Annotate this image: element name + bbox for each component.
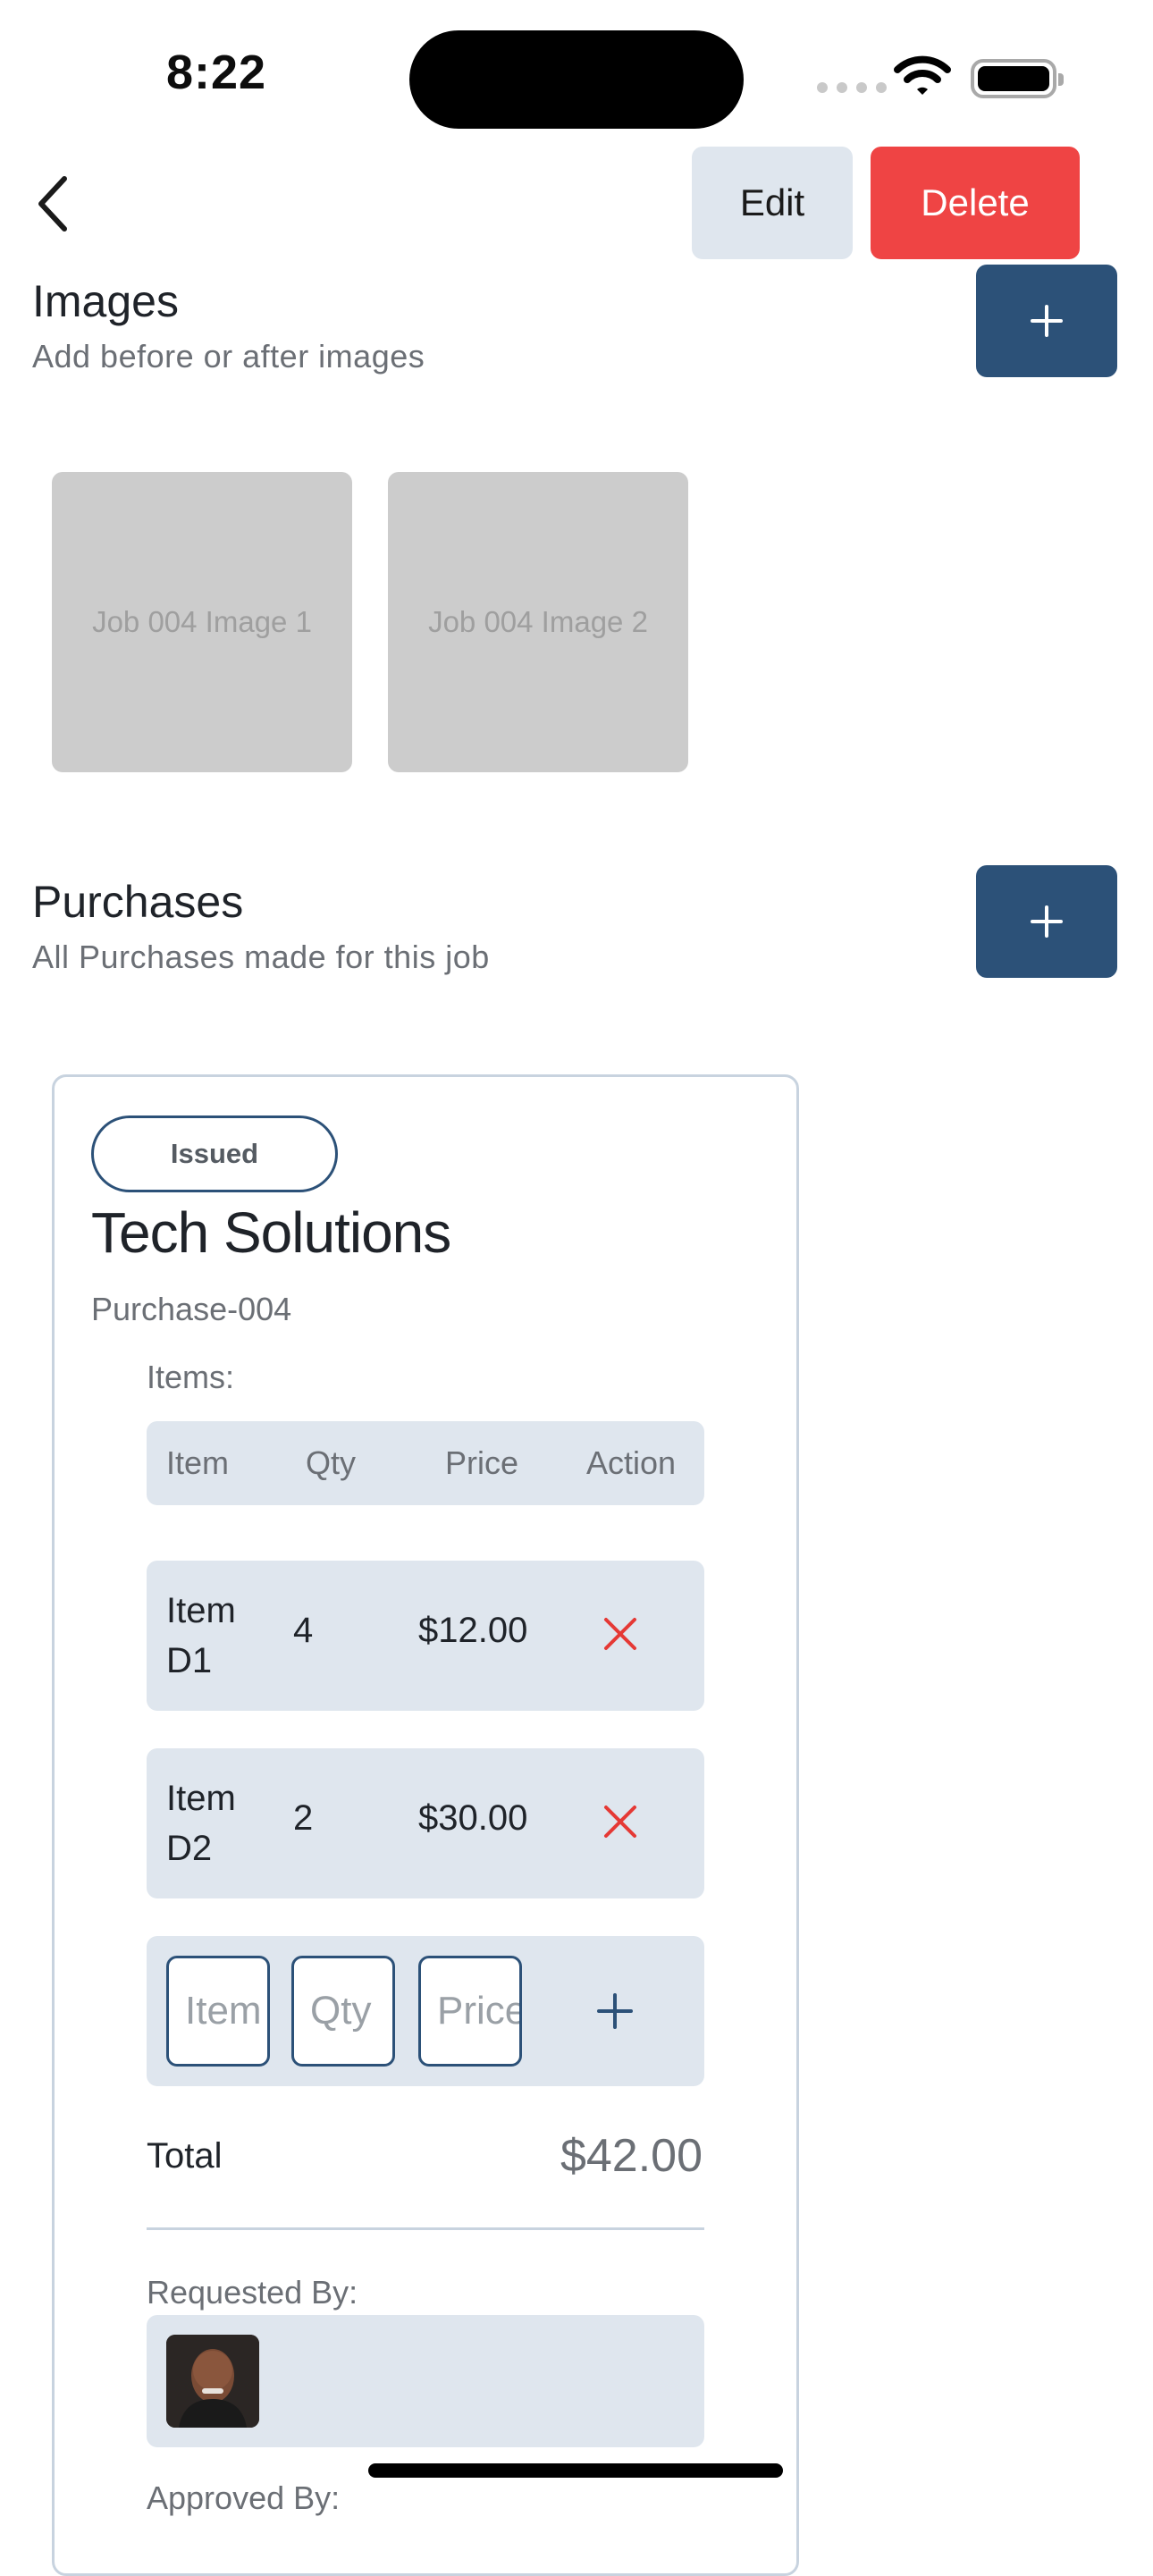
- plus-icon: [1031, 305, 1063, 337]
- item-price: $30.00: [418, 1798, 528, 1838]
- purchases-title: Purchases: [32, 877, 244, 927]
- total-value: $42.00: [560, 2130, 703, 2182]
- divider: [147, 2227, 704, 2230]
- add-item-icon[interactable]: [590, 1986, 640, 2036]
- column-header-qty: Qty: [306, 1444, 357, 1481]
- item-name: Item D2: [166, 1779, 236, 1868]
- new-item-qty-input[interactable]: [291, 1956, 395, 2067]
- new-item-price-input[interactable]: [418, 1956, 522, 2067]
- table-row: Item D1 4 $12.00: [147, 1561, 704, 1711]
- add-purchase-button[interactable]: [976, 865, 1117, 978]
- dynamic-island: [409, 30, 744, 129]
- item-name: Item D1: [166, 1591, 236, 1680]
- items-label: Items:: [147, 1359, 235, 1395]
- battery-icon: [971, 59, 1064, 98]
- column-header-item: Item: [166, 1444, 230, 1481]
- table-row: Item D2 2 $30.00: [147, 1748, 704, 1898]
- plus-icon: [1031, 905, 1063, 938]
- wifi-icon: [894, 55, 951, 95]
- remove-item-icon[interactable]: [597, 1611, 644, 1657]
- cellular-signal-icon: [817, 82, 887, 93]
- avatar: [166, 2335, 259, 2428]
- column-header-price: Price: [445, 1444, 519, 1481]
- status-time: 8:22: [166, 46, 267, 99]
- status-badge: Issued: [91, 1115, 338, 1192]
- new-item-row: [147, 1936, 704, 2086]
- add-image-button[interactable]: [976, 265, 1117, 377]
- item-price: $12.00: [418, 1611, 528, 1650]
- vendor-name: Tech Solutions: [91, 1200, 451, 1265]
- images-title: Images: [32, 276, 179, 326]
- job-image-thumbnail[interactable]: Job 004 Image 1: [52, 472, 352, 772]
- back-chevron-icon[interactable]: [32, 172, 75, 236]
- approved-by-label: Approved By:: [147, 2479, 341, 2516]
- home-indicator[interactable]: [368, 2463, 783, 2478]
- item-qty: 2: [293, 1798, 314, 1838]
- purchase-id: Purchase-004: [91, 1291, 292, 1327]
- column-header-action: Action: [586, 1444, 677, 1481]
- requested-by-label: Requested By:: [147, 2274, 358, 2311]
- item-qty: 4: [293, 1611, 314, 1650]
- total-label: Total: [147, 2136, 223, 2176]
- purchases-subtitle: All Purchases made for this job: [32, 939, 490, 975]
- job-image-thumbnail[interactable]: Job 004 Image 2: [388, 472, 688, 772]
- remove-item-icon[interactable]: [597, 1798, 644, 1845]
- items-table-header: Item Qty Price Action: [147, 1421, 704, 1505]
- images-subtitle: Add before or after images: [32, 338, 425, 375]
- edit-button[interactable]: Edit: [692, 147, 853, 259]
- new-item-name-input[interactable]: [166, 1956, 270, 2067]
- delete-button[interactable]: Delete: [871, 147, 1080, 259]
